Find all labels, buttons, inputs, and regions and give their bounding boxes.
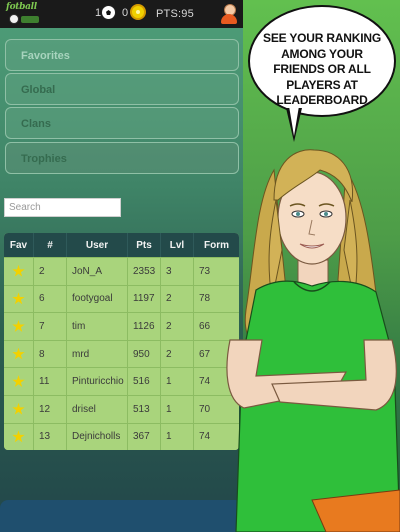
tab-global[interactable]: Global [5,73,239,105]
points-label: PTS:95 [156,8,194,20]
rank-cell: 6 [34,285,67,313]
pts-cell: 1126 [128,313,161,340]
pts-cell: 1197 [128,285,161,313]
logo-ball-icon [9,14,19,24]
header-fav[interactable]: Fav [4,233,34,257]
rank-cell: 7 [34,313,67,340]
soccer-ball-icon [101,5,116,20]
star-icon[interactable] [12,402,25,415]
star-icon[interactable] [12,264,25,277]
tab-clans[interactable]: Clans [5,107,239,139]
lvl-cell: 2 [161,313,194,340]
table-row[interactable]: 12 drisel 513 1 70 [4,394,239,423]
girl-illustration [226,149,400,532]
header-pts[interactable]: Pts [128,233,161,257]
star-icon[interactable] [12,375,25,388]
pts-cell: 950 [128,340,161,368]
top-bar: fotball 1 0 PTS:95 [0,0,243,28]
star-icon[interactable] [12,319,25,332]
lvl-cell: 2 [161,340,194,368]
table-row[interactable]: 6 footygoal 1197 2 78 [4,284,239,313]
user-cell: mrd [67,340,128,368]
pts-cell: 516 [128,368,161,395]
lvl-cell: 1 [161,395,194,423]
search-input[interactable] [4,198,121,217]
app-screen: fotball 1 0 PTS:95 Favorites Global Clan… [0,0,243,532]
star-icon[interactable] [12,347,25,360]
tab-trophies[interactable]: Trophies [5,142,239,174]
logo-text: fotball [6,2,37,12]
star-icon[interactable] [12,430,25,443]
coin-count: 0 [122,7,129,19]
header-user[interactable]: User [67,233,128,257]
avatar-body-icon [221,14,237,24]
user-cell: JoN_A [67,258,128,285]
app-logo: fotball [6,2,48,26]
tab-favorites[interactable]: Favorites [5,39,239,71]
logo-pitch-icon [21,16,39,23]
table-row[interactable]: 13 Dejnicholls 367 1 74 [4,422,239,451]
rank-cell: 11 [34,368,67,395]
promo-caption: SEE YOUR RANKING AMONG YOUR FRIENDS OR A… [263,31,381,107]
rank-cell: 13 [34,423,67,451]
rank-cell: 8 [34,340,67,368]
speech-bubble-tail-fill [289,106,299,136]
header-lvl[interactable]: Lvl [161,233,194,257]
header-rank[interactable]: # [34,233,67,257]
coin-icon [130,4,146,20]
lvl-cell: 1 [161,423,194,451]
user-cell: footygoal [67,285,128,313]
lvl-cell: 1 [161,368,194,395]
table-row[interactable]: 8 mrd 950 2 67 [4,339,239,368]
lvl-cell: 2 [161,285,194,313]
user-cell: tim [67,313,128,340]
user-cell: Pinturicchio [67,368,128,395]
profile-avatar[interactable] [219,3,239,25]
lvl-cell: 3 [161,258,194,285]
user-cell: drisel [67,395,128,423]
pts-cell: 2353 [128,258,161,285]
rank-cell: 2 [34,258,67,285]
table-header: Fav # User Pts Lvl Form [4,233,239,257]
table-row[interactable]: 2 JoN_A 2353 3 73 [4,257,239,285]
pts-cell: 367 [128,423,161,451]
bottom-bar[interactable] [0,500,243,532]
leaderboard-table: Fav # User Pts Lvl Form 2 JoN_A 2353 3 7… [4,233,239,451]
rank-cell: 12 [34,395,67,423]
table-row[interactable]: 11 Pinturicchio 516 1 74 [4,367,239,395]
star-icon[interactable] [12,292,25,305]
pts-cell: 513 [128,395,161,423]
user-cell: Dejnicholls [67,423,128,451]
table-row[interactable]: 7 tim 1126 2 66 [4,312,239,340]
